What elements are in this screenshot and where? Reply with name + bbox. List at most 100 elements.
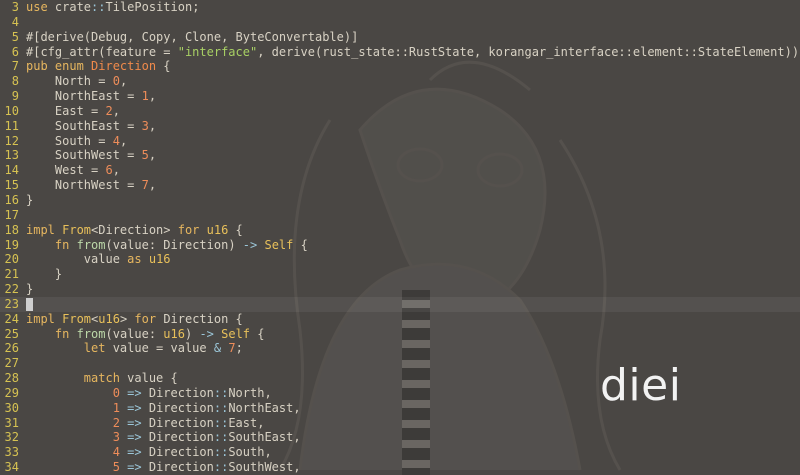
- code-token: ): [184, 326, 200, 341]
- code-token: 2: [112, 415, 120, 430]
- code-token: (value:: [105, 326, 164, 341]
- code-token: from: [76, 326, 106, 341]
- code-token: Direction: [141, 385, 214, 400]
- code-token: (value: Direction): [105, 237, 243, 252]
- code-token: 4: [112, 133, 120, 148]
- code-token: ::: [213, 385, 229, 400]
- code-line[interactable]: 6 #[cfg_attr(feature = "interface", deriv…: [0, 45, 800, 60]
- code-token: >: [119, 311, 135, 326]
- code-token: #[derive(Debug, Copy, Clone, ByteConvert…: [26, 29, 359, 44]
- code-token: Direction: [91, 59, 157, 74]
- line-number: 19: [4, 237, 19, 252]
- code-token: South =: [26, 133, 113, 148]
- line-code: West = 6,: [26, 163, 120, 178]
- code-token: 1: [141, 89, 149, 104]
- code-token: for: [134, 311, 164, 326]
- code-token: ::: [213, 460, 229, 475]
- line-number: 17: [4, 207, 19, 222]
- code-line[interactable]: 34 5 => Direction::SouthWest,: [0, 460, 800, 475]
- code-line[interactable]: 17: [0, 208, 800, 223]
- line-code: use crate::TilePosition;: [26, 0, 199, 15]
- code-line[interactable]: 9 NorthEast = 1,: [0, 89, 800, 104]
- code-token: =>: [127, 400, 142, 415]
- code-token: value = value: [112, 341, 214, 356]
- line-number: 10: [4, 103, 19, 118]
- code-line[interactable]: 10 East = 2,: [0, 104, 800, 119]
- code-token: ::: [213, 415, 229, 430]
- line-code: value as u16: [26, 252, 171, 267]
- code-line[interactable]: 23: [0, 296, 800, 312]
- code-token: use: [26, 0, 48, 14]
- code-token: match: [83, 371, 128, 386]
- code-line[interactable]: 18 impl From<Direction> for u16 {: [0, 223, 800, 238]
- code-line[interactable]: 7 pub enum Direction {: [0, 59, 800, 74]
- code-token: 7: [228, 341, 236, 356]
- code-editor[interactable]: 3 use crate::TilePosition; 4 5 #[derive(Debu…: [0, 0, 800, 475]
- code-token: 4: [112, 445, 120, 460]
- code-token: Direction: [141, 460, 214, 475]
- code-line[interactable]: 33 4 => Direction::South,: [0, 445, 800, 460]
- line-number: 20: [4, 252, 19, 267]
- code-line[interactable]: 21 }: [0, 267, 800, 282]
- code-token: as: [127, 252, 149, 267]
- code-token: impl: [26, 222, 63, 237]
- code-line[interactable]: 26 let value = value & 7;: [0, 341, 800, 356]
- code-line[interactable]: 16}: [0, 193, 800, 208]
- line-code: 0 => Direction::North,: [26, 386, 272, 401]
- code-line[interactable]: 5 #[derive(Debug, Copy, Clone, ByteConver…: [0, 30, 800, 45]
- line-code: 1 => Direction::NorthEast,: [26, 401, 301, 416]
- code-token: 0: [112, 74, 120, 89]
- code-line[interactable]: 22}: [0, 282, 800, 297]
- overlay-watermark-text: diei: [600, 360, 682, 411]
- code-token: 5: [141, 148, 149, 163]
- code-line[interactable]: 24 impl From<u16> for Direction {: [0, 312, 800, 327]
- code-line[interactable]: 8 North = 0,: [0, 74, 800, 89]
- code-line[interactable]: 19 fn from(value: Direction) -> Self {: [0, 238, 800, 253]
- line-number: 24: [4, 311, 19, 326]
- code-line[interactable]: 20 value as u16: [0, 252, 800, 267]
- code-line[interactable]: 12 South = 4,: [0, 134, 800, 149]
- code-line[interactable]: 4: [0, 15, 800, 30]
- code-line[interactable]: 32 3 => Direction::SouthEast,: [0, 430, 800, 445]
- line-number: 26: [4, 341, 19, 356]
- code-token: 5: [112, 460, 120, 475]
- code-token: ;: [235, 341, 243, 356]
- line-number: 32: [4, 430, 19, 445]
- code-token: NorthEast,: [228, 400, 301, 415]
- line-number: 22: [4, 282, 19, 297]
- code-line[interactable]: 14 West = 6,: [0, 163, 800, 178]
- line-code: 3 => Direction::SouthEast,: [26, 430, 301, 445]
- line-number: 6: [11, 44, 19, 59]
- code-token: Direction: [141, 415, 214, 430]
- code-line[interactable]: 13 SouthWest = 5,: [0, 148, 800, 163]
- line-code: pub enum Direction {: [26, 59, 171, 74]
- code-line[interactable]: 11 SouthEast = 3,: [0, 119, 800, 134]
- text-cursor: [26, 297, 33, 311]
- code-token: South,: [228, 445, 272, 460]
- code-line[interactable]: 25 fn from(value: u16) -> Self {: [0, 327, 800, 342]
- code-token: =>: [127, 460, 142, 475]
- code-token: 6: [105, 163, 113, 178]
- code-token: SouthEast =: [26, 118, 142, 133]
- code-token: ::: [213, 400, 229, 415]
- line-number: 18: [4, 222, 19, 237]
- line-code: }: [26, 282, 33, 297]
- line-code: 2 => Direction::East,: [26, 415, 265, 431]
- code-line[interactable]: 31 2 => Direction::East,: [0, 416, 800, 431]
- line-number: 12: [4, 133, 19, 148]
- code-token: {: [293, 237, 308, 252]
- code-line[interactable]: 15 NorthWest = 7,: [0, 178, 800, 193]
- code-token: crate: [47, 0, 92, 14]
- line-number: 27: [4, 356, 19, 371]
- code-token: ->: [242, 237, 258, 252]
- code-line[interactable]: 3 use crate::TilePosition;: [0, 0, 800, 15]
- line-number: 7: [11, 59, 19, 74]
- code-token: u16: [206, 222, 229, 237]
- code-token: , derive(rust_state::RustState, korangar…: [257, 44, 800, 59]
- code-token: West =: [26, 163, 106, 178]
- line-code: East = 2,: [26, 104, 120, 119]
